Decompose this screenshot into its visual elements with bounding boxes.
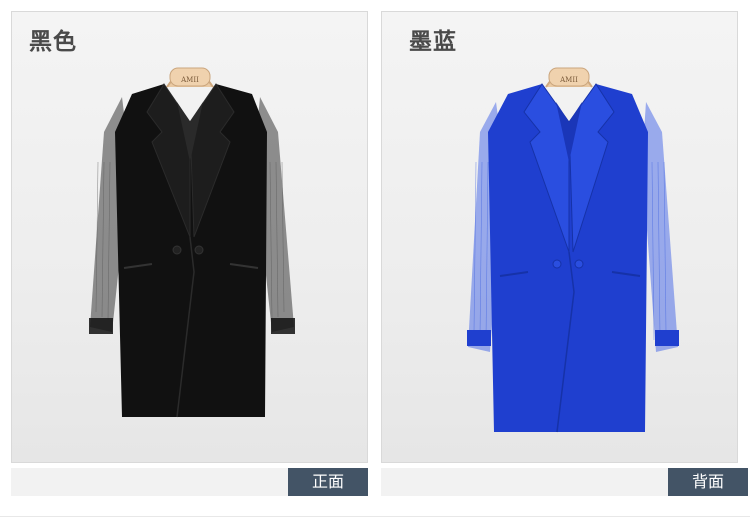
product-photo-blue: 墨蓝 AMII bbox=[381, 11, 738, 463]
hanger-brand-label: AMII bbox=[180, 76, 199, 84]
view-tag-back: 背面 bbox=[668, 468, 748, 496]
hanger-brand-label: AMII bbox=[559, 76, 578, 84]
divider bbox=[0, 516, 750, 517]
view-tag-front: 正面 bbox=[288, 468, 368, 496]
coat-illustration-black: AMII bbox=[89, 67, 295, 418]
coat-illustration-blue: AMII bbox=[467, 67, 679, 433]
product-photo-black: 黑色 AMII bbox=[11, 11, 368, 463]
